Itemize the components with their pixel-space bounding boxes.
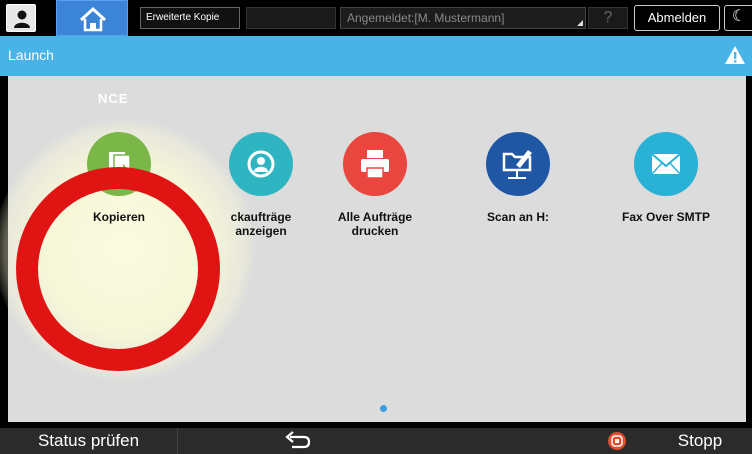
home-button[interactable] xyxy=(56,0,128,36)
printer-icon xyxy=(361,150,389,179)
empty-status-field xyxy=(246,7,336,29)
app-scan-circle xyxy=(486,132,550,196)
user-button[interactable] xyxy=(6,4,36,32)
home-icon xyxy=(79,6,107,32)
envelope-icon xyxy=(651,153,681,175)
login-status-field[interactable]: Angemeldet:[M. Mustermann] xyxy=(340,7,586,29)
app-fax-smtp[interactable]: Fax Over SMTP xyxy=(601,132,731,224)
red-highlight-ring xyxy=(16,167,220,371)
user-icon xyxy=(14,10,30,28)
bottom-bar: Status prüfen Stopp xyxy=(0,428,752,454)
app-print-jobs[interactable]: ckaufträge anzeigen xyxy=(196,132,326,238)
energy-saver-button[interactable]: ☾ xyxy=(724,5,752,31)
logout-button[interactable]: Abmelden xyxy=(634,5,720,31)
launcher-header: Launch xyxy=(0,36,752,76)
app-label: Fax Over SMTP xyxy=(621,210,711,224)
page-title: Launch xyxy=(8,47,54,63)
app-label: ckaufträge anzeigen xyxy=(230,210,292,238)
dropdown-corner-icon xyxy=(577,20,583,26)
scan-folder-icon xyxy=(502,150,532,179)
app-fax-circle xyxy=(634,132,698,196)
warning-icon[interactable] xyxy=(724,44,746,66)
stop-button[interactable]: Stopp xyxy=(648,428,752,454)
page-indicator-dot[interactable] xyxy=(380,405,387,412)
app-label: Alle Aufträge drucken xyxy=(337,210,413,238)
help-button[interactable]: ? xyxy=(588,7,628,29)
stop-icon[interactable] xyxy=(608,432,626,450)
top-bar: Erweiterte Kopie Angemeldet:[M. Musterma… xyxy=(0,0,752,36)
app-print-all[interactable]: Alle Aufträge drucken xyxy=(310,132,440,238)
app-label: Scan an H: xyxy=(486,210,549,224)
status-check-button[interactable]: Status prüfen xyxy=(0,428,178,454)
back-arrow-icon[interactable] xyxy=(282,431,312,451)
app-print-jobs-circle xyxy=(229,132,293,196)
section-label: NCE xyxy=(98,91,129,106)
user-icon xyxy=(247,150,275,178)
app-print-all-circle xyxy=(343,132,407,196)
app-scan-to-h[interactable]: Scan an H: xyxy=(453,132,583,224)
function-display[interactable]: Erweiterte Kopie xyxy=(140,7,240,29)
moon-icon: ☾ xyxy=(731,8,747,25)
login-status-text: Angemeldet:[M. Mustermann] xyxy=(347,11,505,25)
launcher-panel: NCE Kopieren ckaufträge anzeigen Alle Au… xyxy=(0,76,746,422)
